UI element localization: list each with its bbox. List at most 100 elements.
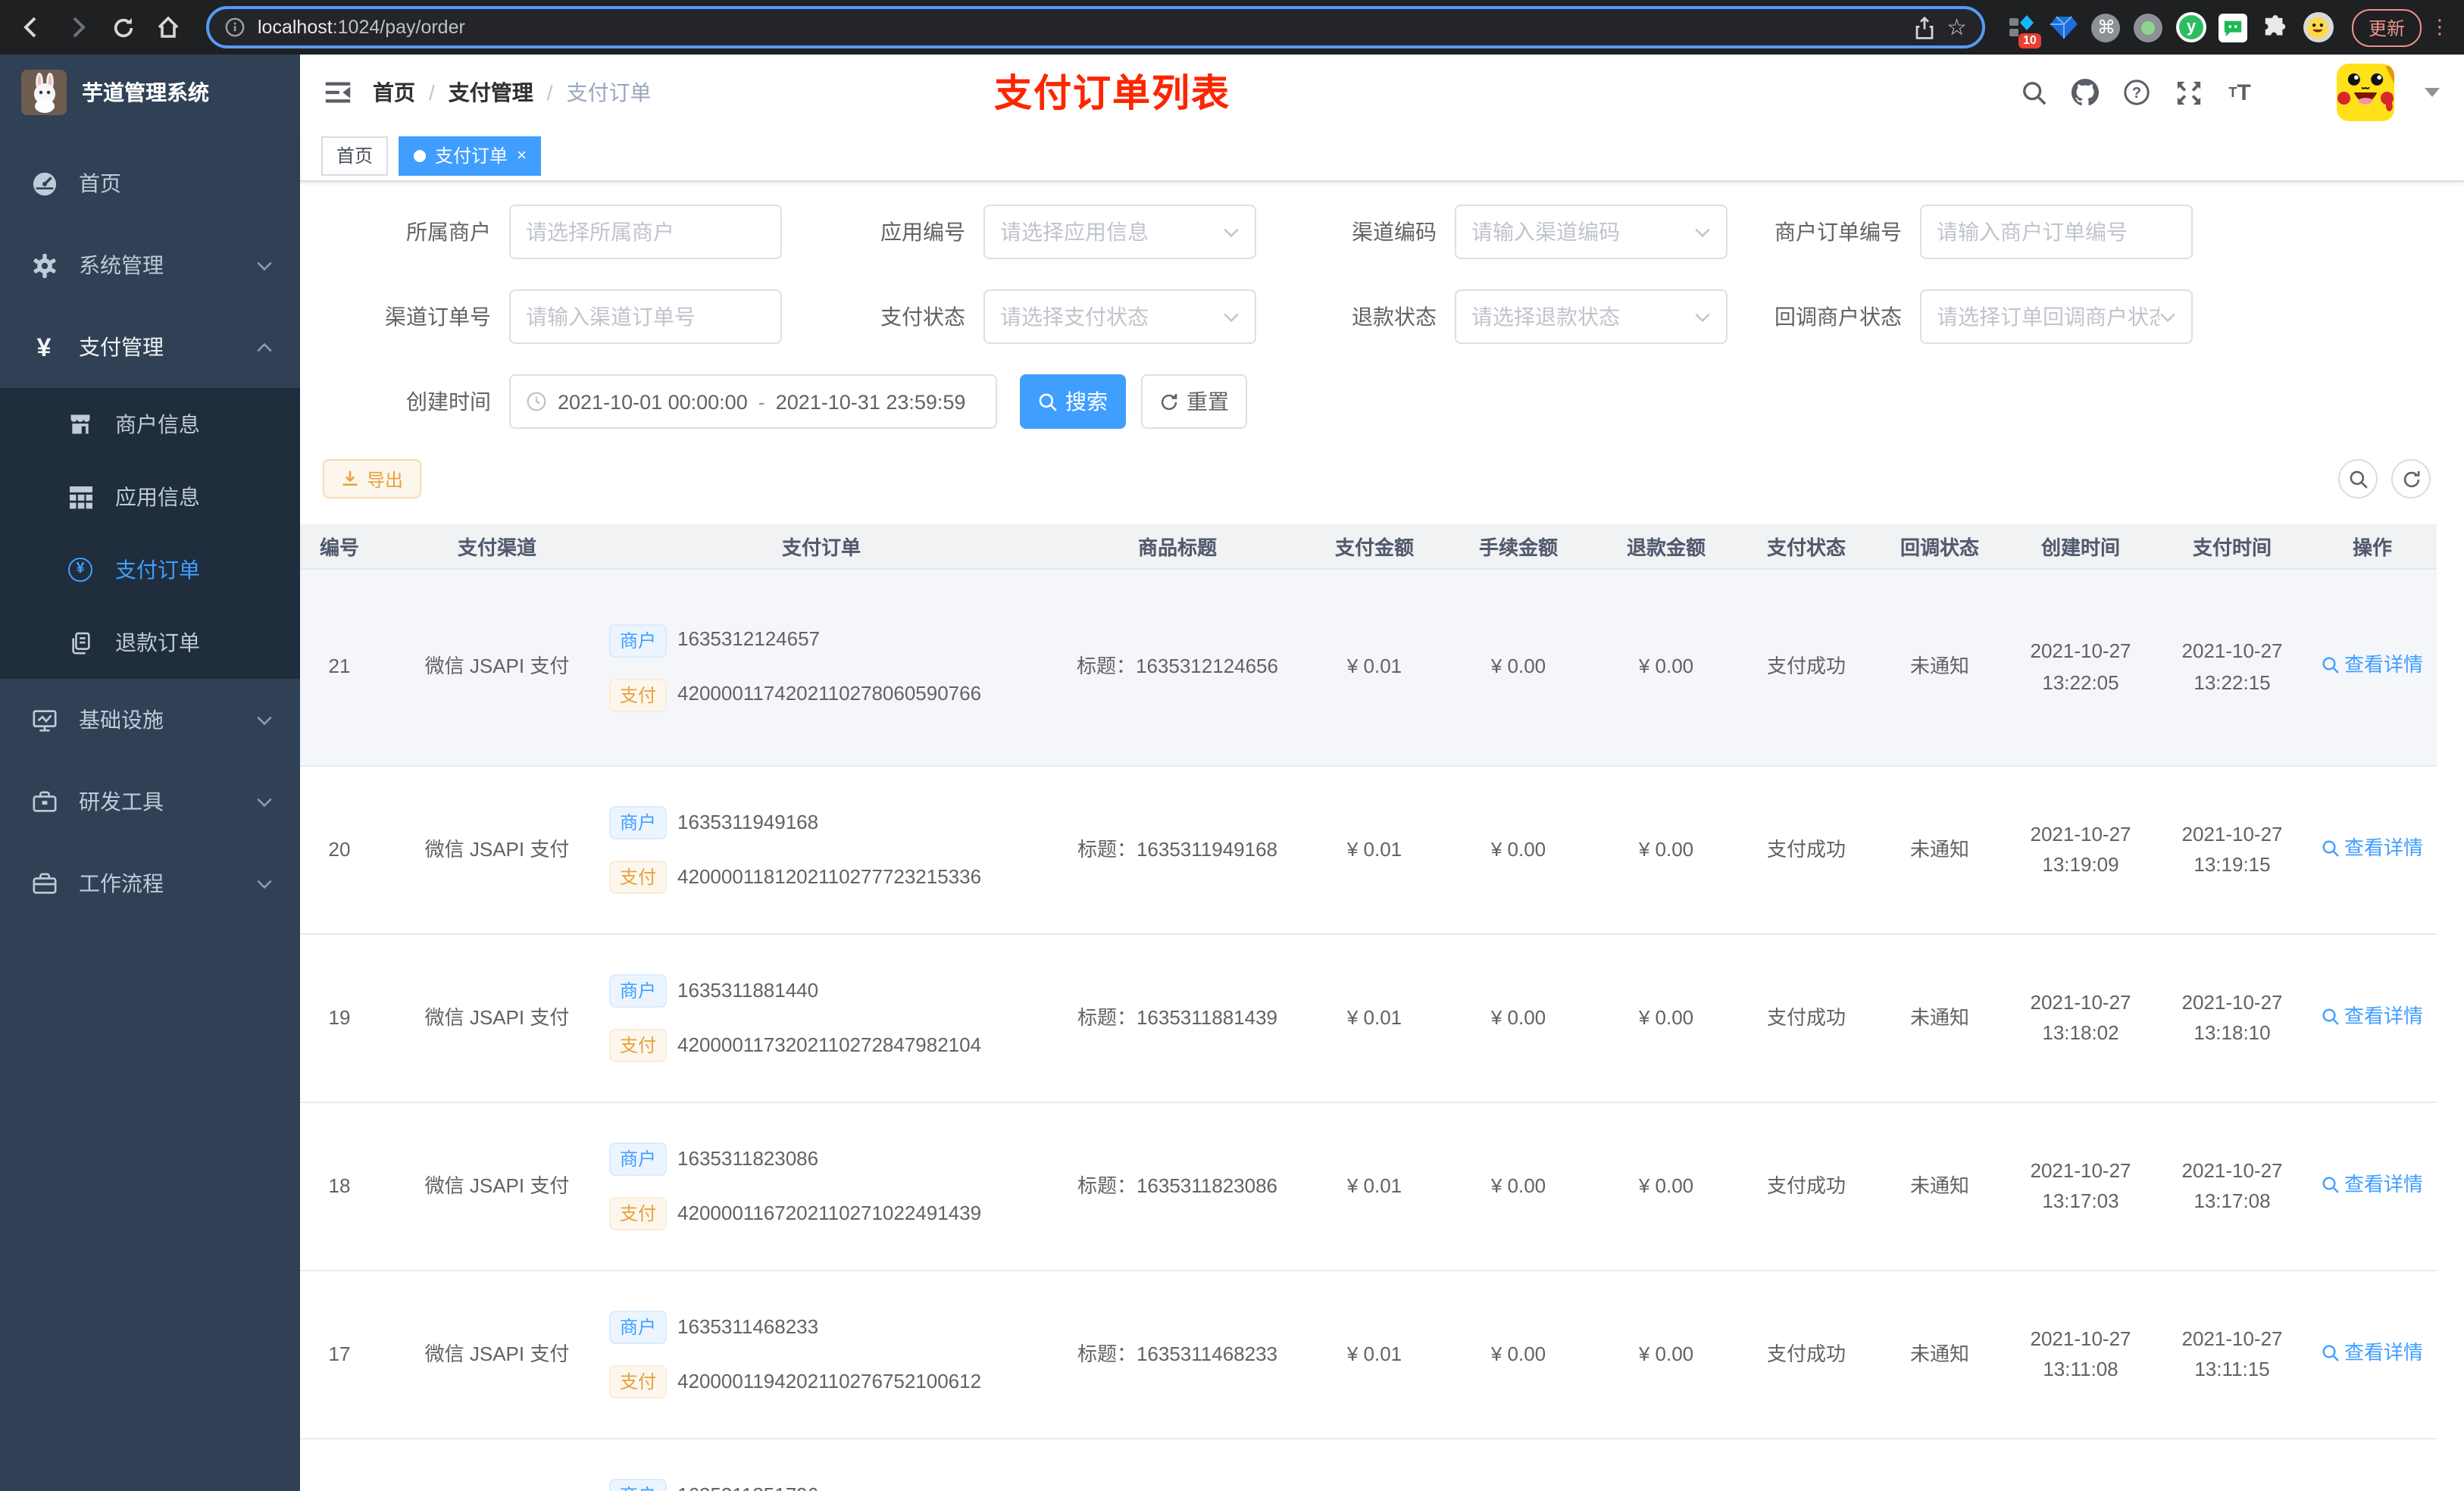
shop-icon: [67, 411, 94, 438]
bookmark-star-icon[interactable]: ☆: [1946, 14, 1967, 41]
page-annotation: 支付订单列表: [994, 73, 1231, 115]
view-detail-link[interactable]: 查看详情: [2322, 1002, 2423, 1032]
chrome-update-button[interactable]: 更新: [2351, 8, 2422, 46]
puzzle-extensions-icon[interactable]: [2258, 9, 2294, 45]
sidebar-item-pay-order[interactable]: ¥ 支付订单: [0, 533, 300, 606]
table-row[interactable]: 17 微信 JSAPI 支付 商户 1635311468233 支付 42000…: [300, 1271, 2437, 1439]
cell-action: 查看详情: [2308, 1170, 2437, 1203]
reload-button[interactable]: [103, 8, 142, 47]
view-detail-link[interactable]: 查看详情: [2322, 1338, 2423, 1368]
chat-extension-icon[interactable]: [2215, 9, 2252, 45]
view-detail-link[interactable]: 查看详情: [2322, 1170, 2423, 1200]
user-dropdown-caret-icon[interactable]: [2425, 88, 2440, 97]
back-button[interactable]: [12, 8, 52, 47]
cell-amount: ¥ 0.01: [1346, 1005, 1402, 1029]
grid-icon: [67, 483, 94, 511]
user-avatar[interactable]: [2337, 64, 2394, 121]
app-id-select[interactable]: 请选择应用信息: [983, 205, 1256, 259]
cell-notify-status: 未通知: [1909, 1342, 1969, 1365]
view-detail-link[interactable]: 查看详情: [2322, 651, 2423, 681]
create-time-range-picker[interactable]: 2021-10-01 00:00:00 - 2021-10-31 23:59:5…: [509, 374, 997, 429]
toolbox-icon: [30, 788, 58, 815]
cell-status: 支付成功: [1766, 837, 1846, 861]
yuan-icon: ¥: [36, 333, 52, 361]
filter-row-2: 渠道订单号 支付状态 请选择支付状态 退款状态 请选择退款状态 回调商户状态: [315, 289, 2464, 344]
page-content: 所属商户 应用编号 请选择应用信息 渠道编码 请输入渠道编码 商户订单编号: [300, 182, 2464, 1491]
cell-pay-time: 2021-10-27 13:22:15: [2181, 639, 2283, 693]
merchant-order-no-input[interactable]: [1920, 205, 2193, 259]
extension-tabs-icon[interactable]: 10: [2003, 9, 2041, 48]
pay-order-no: 4200001173202110272847982104: [677, 1033, 982, 1056]
sidebar-item-dev-tools[interactable]: 研发工具: [0, 761, 300, 842]
sidebar-item-system[interactable]: 系统管理: [0, 224, 300, 306]
cell-title: 标题：1635311823086: [1077, 1174, 1278, 1197]
sidebar-item-infrastructure[interactable]: 基础设施: [0, 679, 300, 761]
site-info-icon[interactable]: [224, 17, 245, 38]
logo-rabbit-icon: [21, 70, 67, 115]
share-icon[interactable]: [1913, 16, 1934, 39]
pay-status-select[interactable]: 请选择支付状态: [983, 289, 1256, 344]
y-extension-icon[interactable]: y: [2173, 9, 2209, 45]
merchant-select-input[interactable]: [509, 205, 782, 259]
forward-button[interactable]: [58, 8, 97, 47]
sidebar-item-merchant-info[interactable]: 商户信息: [0, 388, 300, 461]
reset-button[interactable]: 重置: [1141, 374, 1247, 429]
sidebar-item-label: 支付管理: [79, 335, 164, 359]
sidebar-item-refund-order[interactable]: 退款订单: [0, 606, 300, 679]
sidebar-item-payment[interactable]: ¥ 支付管理: [0, 306, 300, 388]
merchant-order-no: 1635311468233: [677, 1314, 819, 1338]
filter-label: 所属商户: [406, 220, 491, 244]
cell-id: 18: [328, 1174, 351, 1197]
cell-amount: ¥ 0.01: [1346, 837, 1402, 861]
fullscreen-icon[interactable]: [2173, 77, 2203, 108]
table-row[interactable]: 18 微信 JSAPI 支付 商户 1635311823086 支付 42000…: [300, 1103, 2437, 1271]
yuan-circle-icon: ¥: [67, 556, 94, 583]
search-icon[interactable]: [2018, 77, 2049, 108]
export-button[interactable]: 导出: [323, 459, 422, 499]
github-icon[interactable]: [2070, 77, 2100, 108]
refund-status-select[interactable]: 请选择退款状态: [1455, 289, 1728, 344]
tag-close-icon[interactable]: ×: [517, 146, 527, 164]
breadcrumb-payment[interactable]: 支付管理: [449, 77, 533, 108]
navbar: 首页 / 支付管理 / 支付订单 支付订单列表 ? T T: [300, 55, 2464, 130]
cell-id: 17: [328, 1342, 351, 1365]
hamburger-icon[interactable]: [324, 79, 352, 106]
url-text[interactable]: localhost:1024/pay/order: [258, 17, 465, 38]
table-row[interactable]: 19 微信 JSAPI 支付 商户 1635311881440 支付 42000…: [300, 935, 2437, 1103]
view-detail-link[interactable]: 查看详情: [2322, 833, 2423, 864]
sidebar-item-workflow[interactable]: 工作流程: [0, 842, 300, 924]
clock-icon: [526, 391, 547, 412]
sidebar-item-label: 应用信息: [115, 485, 200, 509]
channel-order-no-input[interactable]: [509, 289, 782, 344]
table-row[interactable]: 商户 1635311351796 支付 查看详情: [300, 1439, 2437, 1491]
help-icon[interactable]: ?: [2122, 77, 2152, 108]
sidebar-item-label: 基础设施: [79, 708, 164, 732]
chevron-down-icon: [1694, 227, 1711, 237]
refresh-button[interactable]: [2391, 459, 2431, 499]
channel-code-select[interactable]: 请输入渠道编码: [1455, 205, 1728, 259]
table-row[interactable]: 21 微信 JSAPI 支付 商户 1635312124657 支付 42000…: [300, 570, 2437, 767]
search-button[interactable]: 搜索: [1020, 374, 1126, 429]
tag-pay-order[interactable]: 支付订单 ×: [399, 136, 542, 175]
table-row[interactable]: 20 微信 JSAPI 支付 商户 1635311949168 支付 42000…: [300, 767, 2437, 935]
tag-home[interactable]: 首页: [321, 136, 389, 175]
recorder-extension-icon[interactable]: [2131, 9, 2167, 45]
emoji-extension-icon[interactable]: [2300, 9, 2337, 45]
show-search-button[interactable]: [2338, 459, 2378, 499]
home-button[interactable]: [149, 8, 188, 47]
sidebar-item-app-info[interactable]: 应用信息: [0, 461, 300, 533]
pay-order-no: 4200001167202110271022491439: [677, 1201, 982, 1224]
cell-fee: ¥ 0.00: [1490, 655, 1546, 678]
chevron-up-icon: [256, 342, 273, 352]
sidebar-item-home[interactable]: 首页: [0, 142, 300, 224]
filter-label: 商户订单编号: [1775, 220, 1902, 244]
notify-status-select[interactable]: 请选择订单回调商户状态: [1920, 289, 2193, 344]
command-extension-icon[interactable]: ⌘: [2088, 9, 2125, 45]
browser-menu-icon[interactable]: ⋮: [2428, 15, 2452, 39]
sketch-extension-icon[interactable]: [2046, 9, 2082, 45]
breadcrumb-home[interactable]: 首页: [373, 77, 415, 108]
app-logo[interactable]: 芋道管理系统: [0, 55, 300, 130]
address-bar[interactable]: localhost:1024/pay/order ☆: [206, 6, 1985, 48]
documents-icon: [67, 629, 94, 656]
font-size-icon[interactable]: TT: [2225, 77, 2255, 108]
